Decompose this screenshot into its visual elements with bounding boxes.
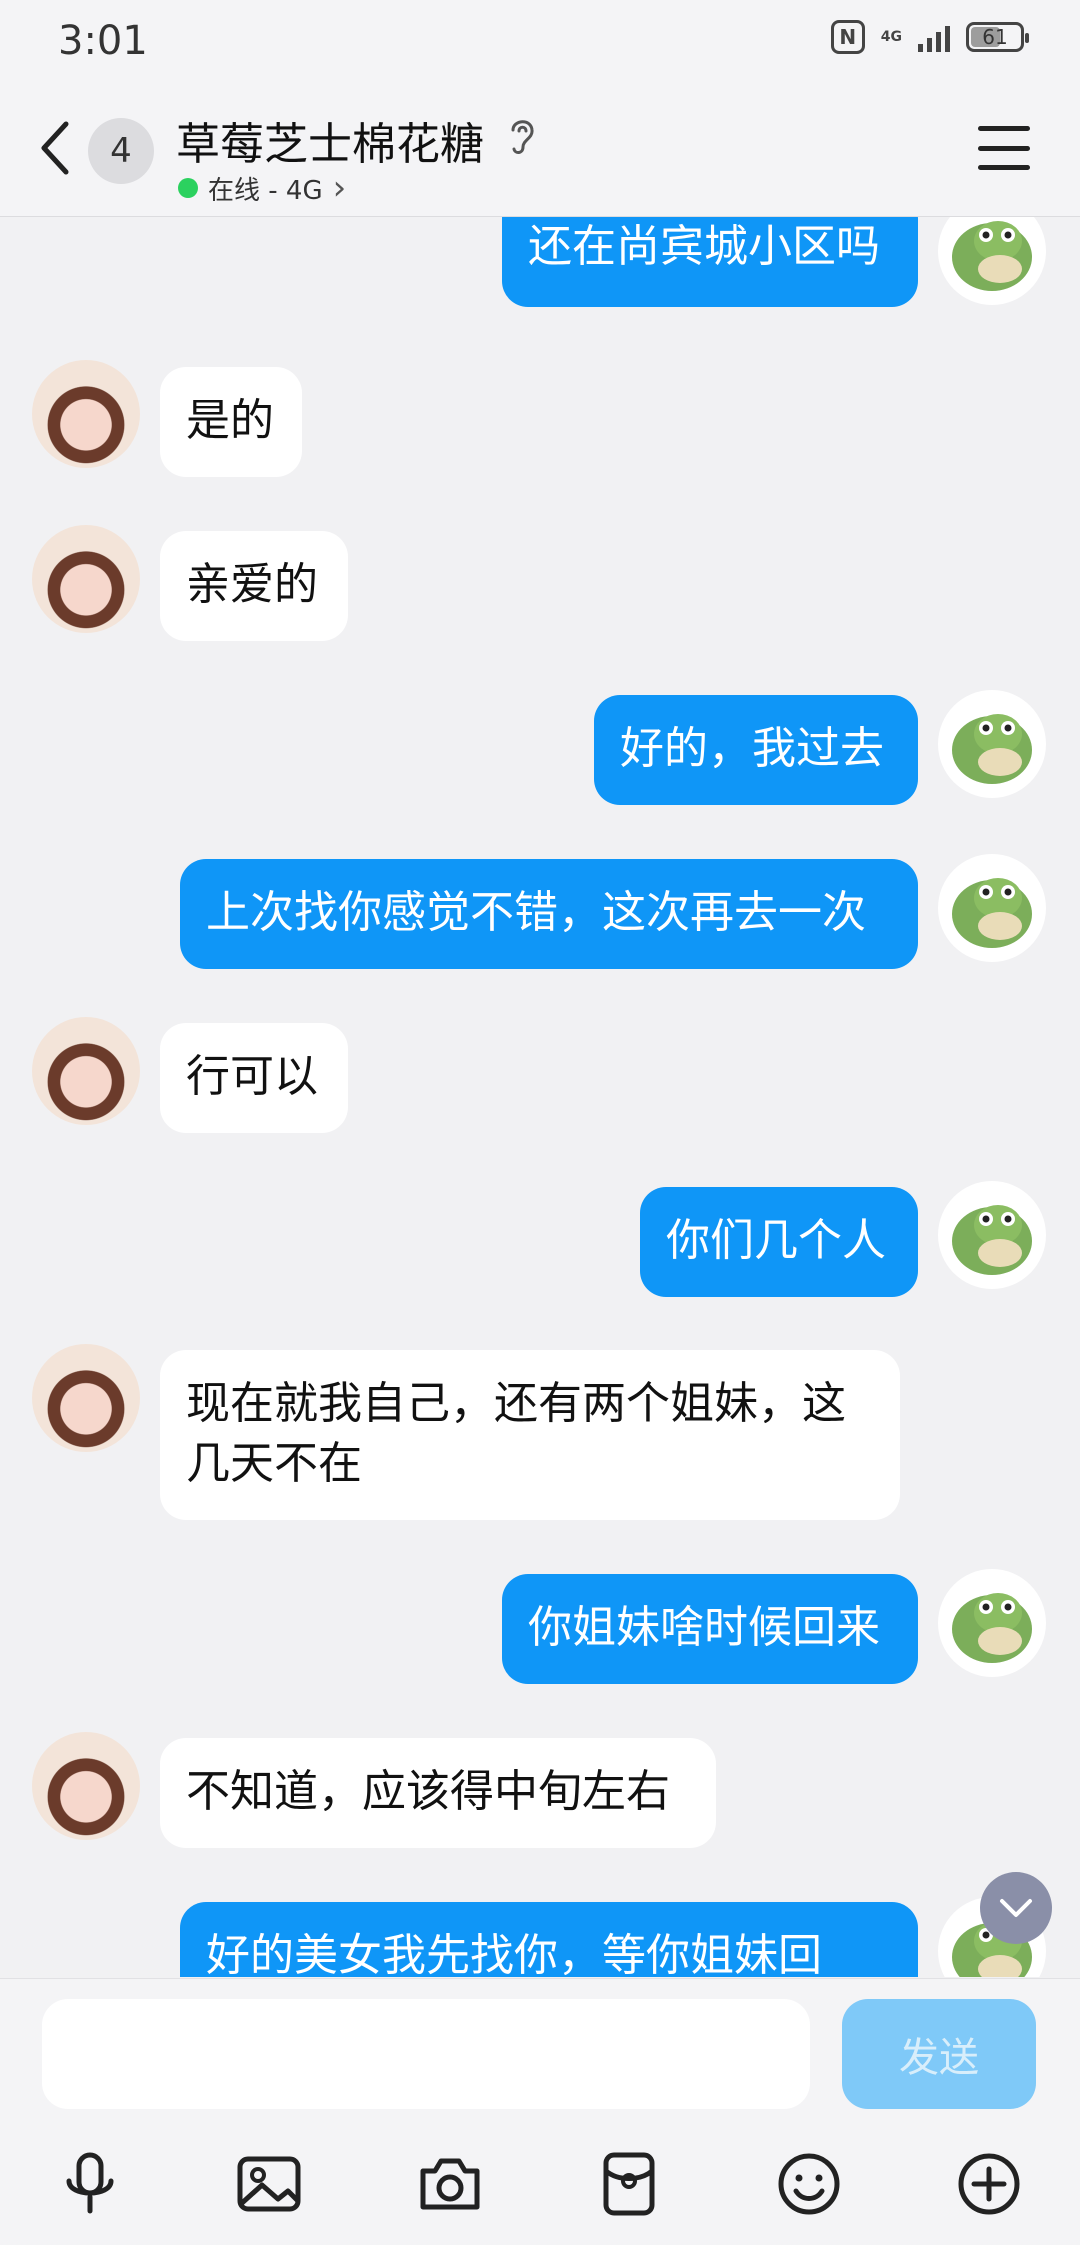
my-avatar[interactable] bbox=[938, 217, 1046, 305]
message-bubble[interactable]: 不知道，应该得中旬左右 bbox=[160, 1738, 716, 1848]
chevron-right-icon: › bbox=[332, 168, 347, 208]
camera-icon[interactable] bbox=[415, 2149, 485, 2219]
red-packet-icon[interactable] bbox=[594, 2149, 664, 2219]
chat-header: 4 草莓芝士棉花糖 在线 - 4G › bbox=[0, 86, 1080, 217]
online-status-text: 在线 - 4G bbox=[208, 175, 323, 206]
crocodile-icon bbox=[952, 1593, 1032, 1663]
network-type: 4G bbox=[880, 29, 902, 45]
send-button[interactable]: 发送 bbox=[842, 1999, 1036, 2109]
crocodile-icon bbox=[952, 221, 1032, 291]
crocodile-icon bbox=[952, 878, 1032, 948]
contact-name[interactable]: 草莓芝士棉花糖 bbox=[176, 108, 484, 172]
crocodile-icon bbox=[952, 714, 1032, 784]
my-avatar[interactable] bbox=[938, 690, 1046, 798]
online-dot-icon bbox=[178, 178, 198, 198]
contact-avatar[interactable] bbox=[32, 360, 140, 468]
crocodile-icon bbox=[952, 1205, 1032, 1275]
contact-avatar[interactable] bbox=[32, 1344, 140, 1452]
battery-icon: 61 bbox=[966, 22, 1029, 52]
message-bubble[interactable]: 好的美女我先找你，等你姐妹回 bbox=[180, 1902, 918, 1977]
status-icons: N 4G 61 bbox=[830, 20, 1029, 54]
message-bubble[interactable]: 你们几个人 bbox=[640, 1187, 918, 1297]
nfc-icon: N bbox=[830, 20, 865, 54]
message-bubble[interactable]: 是的 bbox=[160, 367, 302, 477]
contact-avatar[interactable] bbox=[32, 1732, 140, 1840]
message-bubble[interactable]: 好的，我过去 bbox=[594, 695, 918, 805]
battery-level: 61 bbox=[982, 25, 1008, 49]
ear-icon[interactable] bbox=[505, 114, 539, 158]
message-bubble[interactable]: 现在就我自己，还有两个姐妹，这 几天不在 bbox=[160, 1350, 900, 1520]
contact-avatar[interactable] bbox=[32, 1017, 140, 1125]
chevron-down-icon bbox=[1000, 1899, 1032, 1917]
contact-avatar[interactable] bbox=[32, 525, 140, 633]
menu-icon[interactable] bbox=[978, 126, 1030, 170]
online-status[interactable]: 在线 - 4G › bbox=[178, 168, 346, 208]
my-avatar[interactable] bbox=[938, 1181, 1046, 1289]
my-avatar[interactable] bbox=[938, 1569, 1046, 1677]
message-bubble[interactable]: 行可以 bbox=[160, 1023, 348, 1133]
signal-icon bbox=[918, 22, 950, 52]
plus-icon[interactable] bbox=[954, 2149, 1024, 2219]
message-list[interactable]: 还在尚宾城小区吗 是的 亲爱的 好的，我过去 上次找你感觉不错，这次再去一次 行… bbox=[0, 217, 1080, 1977]
input-bar: 发送 bbox=[0, 1978, 1080, 2245]
unread-badge[interactable]: 4 bbox=[88, 118, 154, 184]
image-icon[interactable] bbox=[234, 2149, 304, 2219]
scroll-to-bottom-button[interactable] bbox=[980, 1872, 1052, 1944]
message-bubble[interactable]: 上次找你感觉不错，这次再去一次 bbox=[180, 859, 918, 969]
message-line: 现在就我自己，还有两个姐妹，这 bbox=[186, 1378, 846, 1429]
status-bar: 3:01 N 4G 61 bbox=[0, 0, 1080, 86]
emoji-icon[interactable] bbox=[774, 2149, 844, 2219]
message-bubble[interactable]: 亲爱的 bbox=[160, 531, 348, 641]
message-line: 几天不在 bbox=[186, 1438, 362, 1489]
message-input[interactable] bbox=[42, 1999, 810, 2109]
my-avatar[interactable] bbox=[938, 854, 1046, 962]
back-icon[interactable] bbox=[36, 118, 76, 178]
message-bubble[interactable]: 你姐妹啥时候回来 bbox=[502, 1574, 918, 1684]
microphone-icon[interactable] bbox=[55, 2149, 125, 2219]
status-time: 3:01 bbox=[58, 18, 148, 64]
message-bubble[interactable]: 还在尚宾城小区吗 bbox=[502, 217, 918, 307]
toolbar bbox=[0, 2139, 1080, 2229]
